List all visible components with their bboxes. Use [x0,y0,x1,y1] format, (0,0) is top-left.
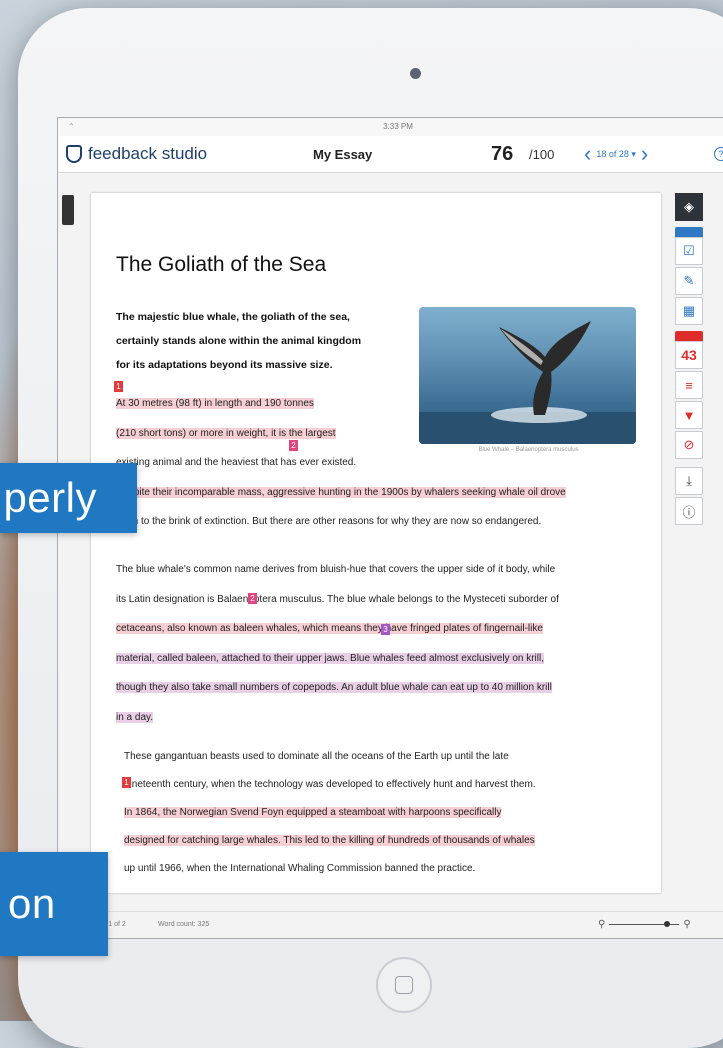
body-text: nineteenth century, when the technology … [124,779,536,790]
text-line: up until 1966, when the International Wh… [124,863,476,874]
comment-marker[interactable]: 2 [248,592,257,604]
intro-line: certainly stands alone within the animal… [116,335,362,347]
intro-line: The majestic blue whale, the goliath of … [116,311,350,323]
checkbox-icon: ☑ [683,243,695,258]
block-icon: ⊘ [683,437,695,452]
pager-label[interactable]: 18 of 28 ▾ [596,149,636,160]
comment-marker[interactable]: 3 [381,624,390,635]
highlighted-text[interactable]: Despite their incomparable mass, aggress… [116,486,566,498]
rubric-button[interactable]: ☑ [675,237,703,265]
chevron-right-icon[interactable]: › [641,143,648,165]
status-bar: ⌃ 3:33 PM [58,118,723,136]
text-line: (210 short tons) or more in weight, it i… [116,419,646,449]
text-line: them to the brink of extinction. But the… [116,507,646,537]
side-panel-toggle[interactable] [62,195,74,225]
brand-logo: feedback studio [66,144,207,164]
text-line: 2 its Latin designation is Balaenoptera … [116,585,646,615]
document-title: My Essay [313,146,373,162]
zoom-slider-handle[interactable] [664,921,671,927]
info-button[interactable]: ⓘ [675,497,703,525]
highlighted-text[interactable]: in a day. [116,711,154,723]
info-icon: ⓘ [682,504,696,520]
text-line: though they also take small numbers of c… [116,673,646,703]
grade-score[interactable]: 76 [491,143,513,166]
layers-icon: ◈ [684,199,694,214]
paragraph-1: 1 At 30 metres (98 ft) in length and 190… [114,381,646,537]
exclude-button[interactable]: ⊘ [675,431,703,459]
help-icon[interactable]: ? [714,147,723,161]
text-line: Despite their incomparable mass, aggress… [116,478,646,508]
layers-button[interactable]: ◈ [675,193,703,221]
filter-button[interactable]: ▼ [675,401,703,429]
zoom-out-icon[interactable]: ⚲ [598,919,605,930]
app-header: feedback studio My Essay 76 /100 ‹ 18 of… [58,136,723,173]
download-button[interactable]: ⤓ [675,467,703,495]
text-line: in a day. [116,703,646,733]
marketing-badge-top: perly [0,463,137,533]
submission-pager: ‹ 18 of 28 ▾ › [584,143,648,165]
highlighted-text[interactable]: (210 short tons) or more in weight, it i… [116,427,336,439]
filter-icon: ▼ [682,407,696,423]
grading-grid-button[interactable]: ▦ [675,297,703,325]
similarity-score-button[interactable]: 43 [675,341,703,369]
app-screen: ⌃ 3:33 PM feedback studio My Essay 76 /1… [57,117,723,939]
document-page: The Goliath of the Sea The majestic blue… [91,193,661,893]
feedback-studio-icon [66,145,82,163]
comment-marker[interactable]: 2 [289,440,298,451]
word-count: Word count: 325 [158,921,210,928]
marketing-badge-bottom-text: on [8,880,56,927]
download-icon: ⤓ [686,473,692,488]
paragraph-3: These gangantuan beasts used to dominate… [122,743,644,883]
brand-name: feedback studio [88,144,208,163]
grade-max: /100 [529,146,555,162]
home-button[interactable] [376,957,432,1013]
feedback-summary-button[interactable]: ✎ [675,267,703,295]
bar-chart-icon: ▦ [682,303,696,318]
intro-paragraph: The majestic blue whale, the goliath of … [116,305,396,377]
marketing-badge-top-text: perly [3,474,97,521]
highlighted-text[interactable]: material, called baleen, attached to the… [116,652,544,664]
text-line: 1 At 30 metres (98 ft) in length and 190… [114,381,646,419]
highlighted-text[interactable]: At 30 metres (98 ft) in length and 190 t… [116,398,314,409]
zoom-control[interactable]: ⚲ ⚲ [598,919,691,930]
body-text: them to the brink of extinction. But the… [116,516,542,527]
highlighted-text[interactable]: cetaceans, also known as baleen whales, … [116,623,543,634]
zoom-in-icon[interactable]: ⚲ [683,919,690,930]
comment-marker[interactable]: 1 [114,381,123,392]
sort-icon: ≡ [685,377,693,393]
chevron-left-icon[interactable]: ‹ [584,143,591,165]
wifi-icon: ⌃ [68,122,75,131]
text-line: 1 nineteenth century, when the technolog… [122,771,644,799]
body-text: existing animal and the heaviest that ha… [116,457,357,468]
status-time: 3:33 PM [383,122,413,131]
marketing-badge-bottom: on [0,852,108,956]
text-line: In 1864, the Norwegian Svend Foyn equipp… [124,799,644,827]
text-line: These gangantuan beasts used to dominate… [124,751,509,762]
match-overview-button[interactable]: ≡ [675,371,703,399]
status-footer: Page: 1 of 2 Word count: 325 ⚲ ⚲ [58,911,723,938]
highlighted-text[interactable]: though they also take small numbers of c… [116,682,552,693]
camera [410,68,421,79]
highlighted-text[interactable]: designed for catching large whales. This… [124,835,535,846]
paragraph-2: The blue whale's common name derives fro… [116,555,646,732]
home-button-icon [395,976,413,994]
intro-line: for its adaptations beyond its massive s… [116,359,333,371]
body-text: its Latin designation is Balaenoptera mu… [116,593,559,605]
zoom-slider[interactable] [609,921,680,927]
similarity-count: 43 [681,347,697,363]
paper-title: The Goliath of the Sea [116,253,327,276]
similarity-group-header [675,331,703,341]
text-line: material, called baleen, attached to the… [116,644,646,674]
edit-icon: ✎ [683,273,695,288]
instructor-group-header [675,227,703,237]
text-line: The blue whale's common name derives fro… [116,564,556,575]
comment-marker[interactable]: 1 [122,777,131,788]
text-line: 2 existing animal and the heaviest that … [116,440,646,478]
text-line: designed for catching large whales. This… [124,827,644,855]
text-line: 3 cetaceans, also known as baleen whales… [116,614,646,644]
right-toolbar: ◈ ☑ ✎ ▦ 43 ≡ ▼ ⊘ ⤓ ⓘ [675,193,705,527]
highlighted-text[interactable]: In 1864, the Norwegian Svend Foyn equipp… [124,807,502,818]
